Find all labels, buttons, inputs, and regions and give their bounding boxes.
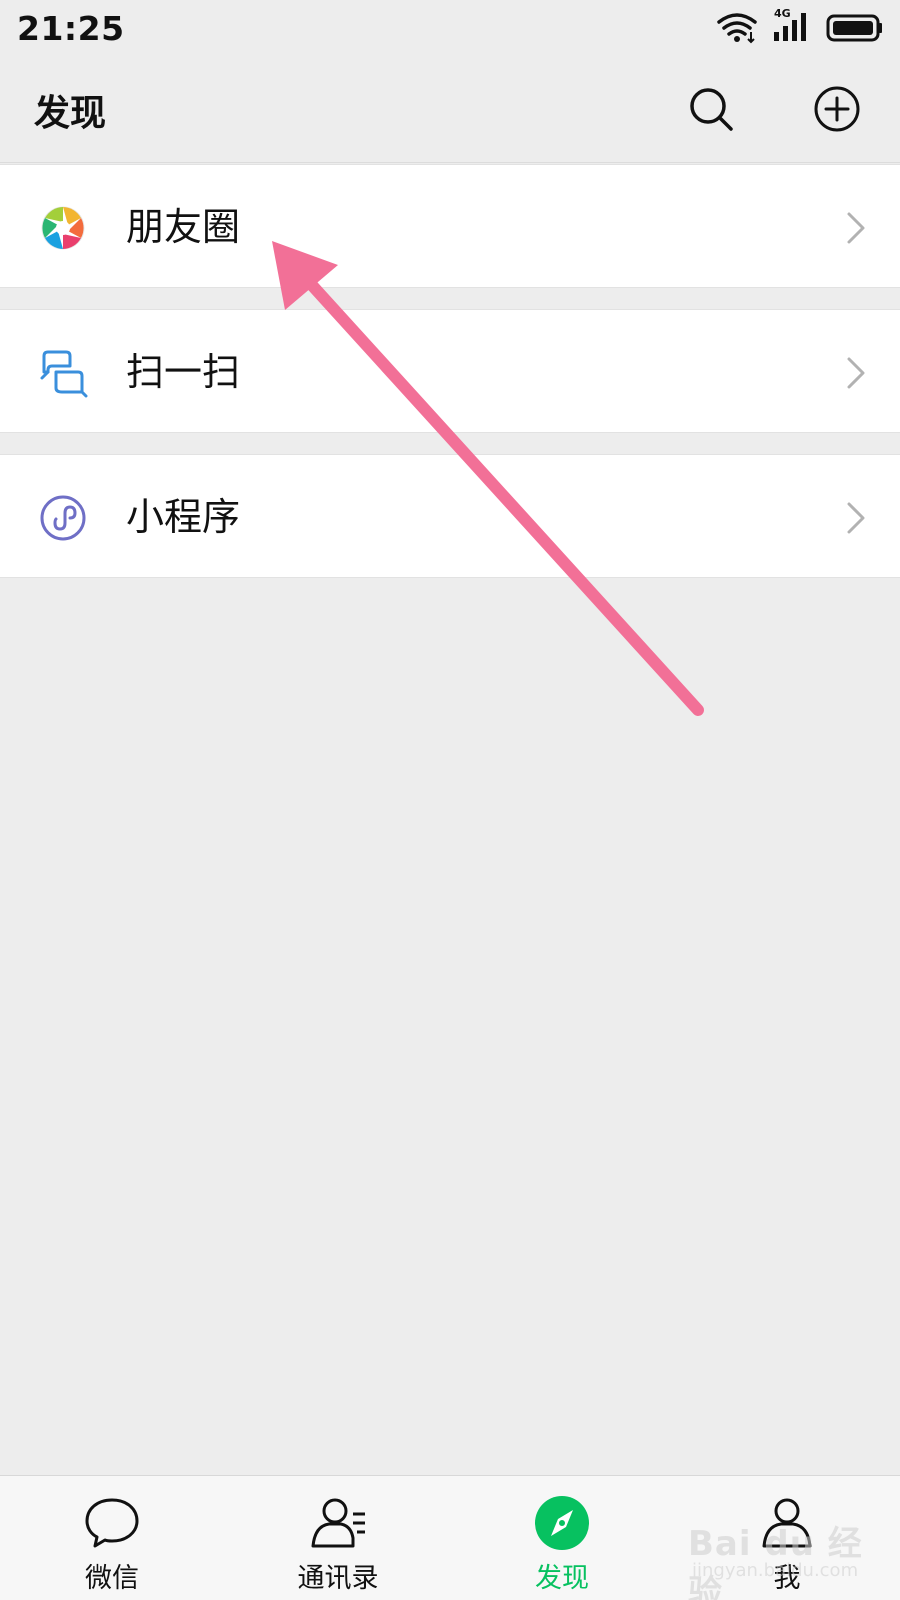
add-circle-icon xyxy=(814,86,860,132)
chevron-right-icon xyxy=(847,357,865,389)
search-button[interactable] xyxy=(684,82,738,136)
chevron-right-icon xyxy=(847,212,865,244)
network-type-label: 4G xyxy=(774,7,791,20)
page-title: 发现 xyxy=(34,93,107,134)
menu-item-mini-programs[interactable]: 小程序 xyxy=(0,454,900,578)
chevron-right-icon xyxy=(847,502,865,534)
menu-item-moments[interactable]: 朋友圈 xyxy=(0,164,900,288)
search-icon xyxy=(690,88,733,131)
mini-program-icon xyxy=(40,495,86,541)
tab-contacts[interactable]: 通讯录 xyxy=(263,1476,413,1600)
status-icons: 4G xyxy=(716,7,884,46)
status-time: 21:25 xyxy=(17,8,125,48)
chat-bubble-icon xyxy=(85,1498,139,1548)
cellular-network: 4G xyxy=(772,7,812,46)
contacts-icon xyxy=(311,1498,365,1548)
menu-item-label: 朋友圈 xyxy=(126,205,241,249)
watermark-url: jingyan.baidu.com xyxy=(692,1560,859,1581)
tab-label: 通讯录 xyxy=(297,1563,379,1594)
compass-icon xyxy=(535,1496,589,1550)
tab-discover[interactable]: 发现 xyxy=(487,1476,637,1600)
tab-label: 微信 xyxy=(85,1563,139,1594)
discover-screen: 21:25 4G 发现 朋友圈 扫一扫 小程序 微信 通讯录 发现 我 Bai … xyxy=(0,0,900,1600)
top-bar: 发现 xyxy=(0,56,900,163)
status-bar: 21:25 4G xyxy=(0,0,900,56)
wifi-icon xyxy=(717,13,757,44)
menu-item-scan[interactable]: 扫一扫 xyxy=(0,309,900,433)
tab-label: 发现 xyxy=(535,1563,589,1594)
moments-aperture-icon xyxy=(41,206,85,250)
battery-icon xyxy=(826,14,882,42)
add-button[interactable] xyxy=(810,82,864,136)
watermark-brand: Bai du 经验 xyxy=(688,1524,863,1600)
baidu-jingyan-watermark: Bai du 经验 jingyan.baidu.com xyxy=(688,1516,888,1600)
menu-item-label: 扫一扫 xyxy=(126,350,241,394)
menu-item-label: 小程序 xyxy=(126,495,241,539)
scan-icon xyxy=(40,350,88,398)
tab-chats[interactable]: 微信 xyxy=(37,1476,187,1600)
